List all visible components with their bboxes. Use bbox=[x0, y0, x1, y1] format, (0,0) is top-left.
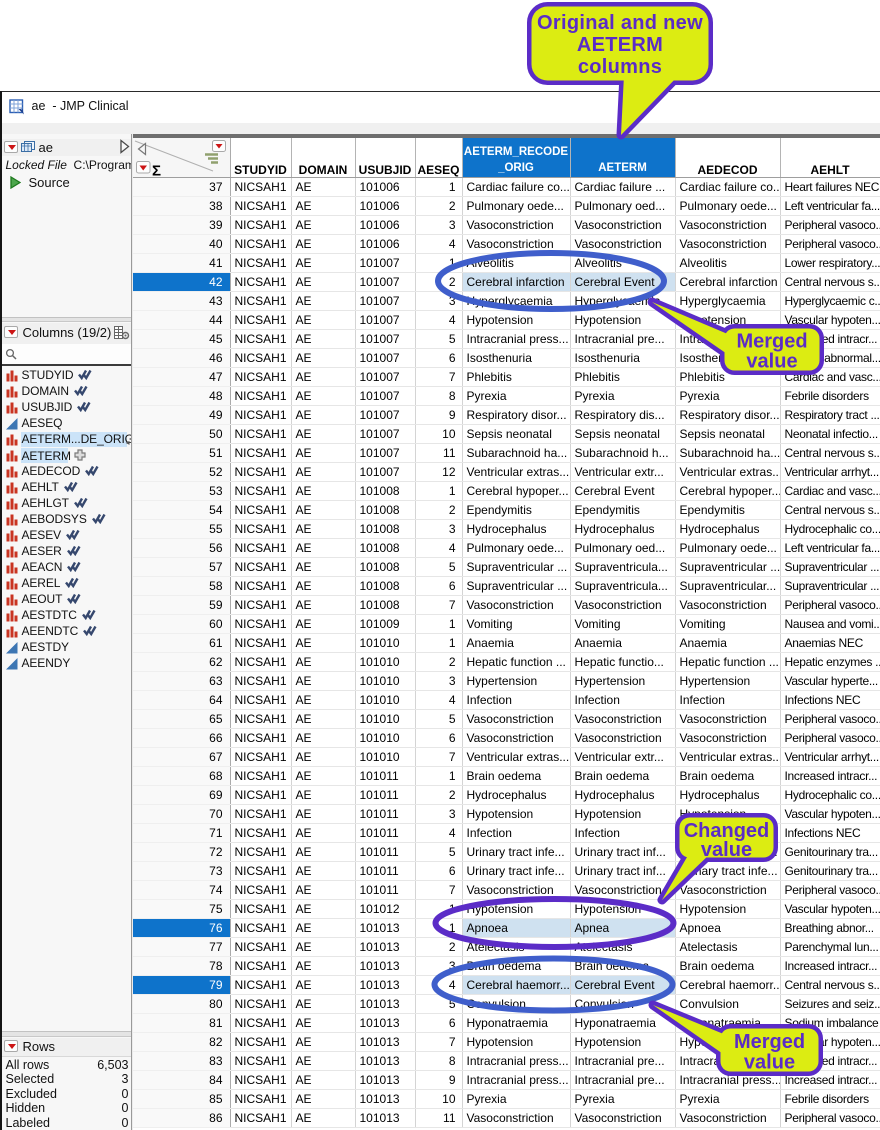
svg-text:columns: columns bbox=[578, 56, 662, 78]
svg-text:Original and new: Original and new bbox=[537, 12, 703, 34]
svg-text:Σ: Σ bbox=[152, 162, 161, 178]
svg-text:AETERM: AETERM bbox=[577, 34, 663, 56]
